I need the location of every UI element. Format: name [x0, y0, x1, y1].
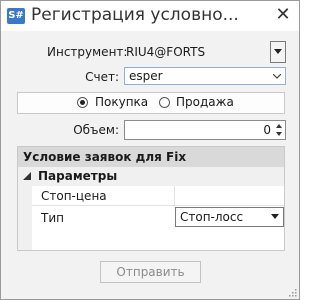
property-gutter — [18, 227, 32, 250]
property-gutter — [18, 186, 32, 206]
close-icon[interactable]: ✕ — [275, 4, 290, 25]
instrument-picker-button[interactable] — [270, 41, 286, 63]
column-divider — [174, 186, 175, 206]
chevron-down-icon — [274, 49, 282, 54]
type-select[interactable]: Стоп-лосс — [175, 207, 284, 227]
title-bar[interactable]: S# Регистрация условно... ✕ — [1, 1, 299, 31]
volume-input[interactable]: 0 — [124, 120, 286, 140]
side-radio-group: Покупка Продажа — [17, 92, 285, 114]
sell-radio[interactable] — [159, 97, 170, 108]
volume-value: 0 — [263, 123, 271, 137]
conditions-property-grid: Условие заявок для Fix Параметры Стоп-це… — [17, 146, 285, 251]
property-grid-header: Условие заявок для Fix — [18, 147, 284, 167]
dialog-window: S# Регистрация условно... ✕ Инструмент: … — [0, 0, 300, 300]
category-row-parameters[interactable]: Параметры — [18, 167, 284, 186]
account-label: Счет: — [85, 70, 119, 84]
spin-down-icon[interactable] — [276, 132, 282, 136]
resize-grip-icon[interactable] — [288, 288, 297, 297]
collapse-triangle-icon[interactable] — [23, 172, 31, 180]
window-title: Регистрация условно... — [31, 5, 239, 25]
account-select[interactable]: esper — [124, 67, 286, 85]
volume-label: Объем: — [73, 123, 119, 137]
spin-up-icon[interactable] — [276, 124, 282, 128]
app-icon: S# — [7, 8, 25, 24]
volume-spinner[interactable] — [273, 121, 285, 139]
instrument-label: Инструмент: — [47, 45, 128, 59]
buy-radio-label[interactable]: Покупка — [95, 95, 148, 109]
sell-radio-label[interactable]: Продажа — [176, 95, 234, 109]
property-name: Стоп-цена — [41, 189, 107, 203]
submit-button[interactable]: Отправить — [100, 261, 201, 283]
property-name: Тип — [41, 211, 64, 225]
chevron-down-icon — [271, 214, 279, 219]
property-row-type[interactable]: Тип Стоп-лосс — [18, 206, 284, 228]
close-button[interactable]: ✕ — [271, 3, 295, 27]
buy-radio[interactable] — [77, 97, 88, 108]
instrument-value: RIU4@FORTS — [126, 45, 206, 59]
chevron-down-icon — [273, 74, 281, 79]
account-value: esper — [129, 69, 163, 83]
type-value: Стоп-лосс — [180, 210, 244, 224]
conditions-title: Условие заявок для Fix — [23, 150, 187, 164]
property-row-stop-price[interactable]: Стоп-цена — [18, 186, 284, 206]
property-gutter — [18, 206, 32, 228]
category-label: Параметры — [38, 169, 118, 183]
